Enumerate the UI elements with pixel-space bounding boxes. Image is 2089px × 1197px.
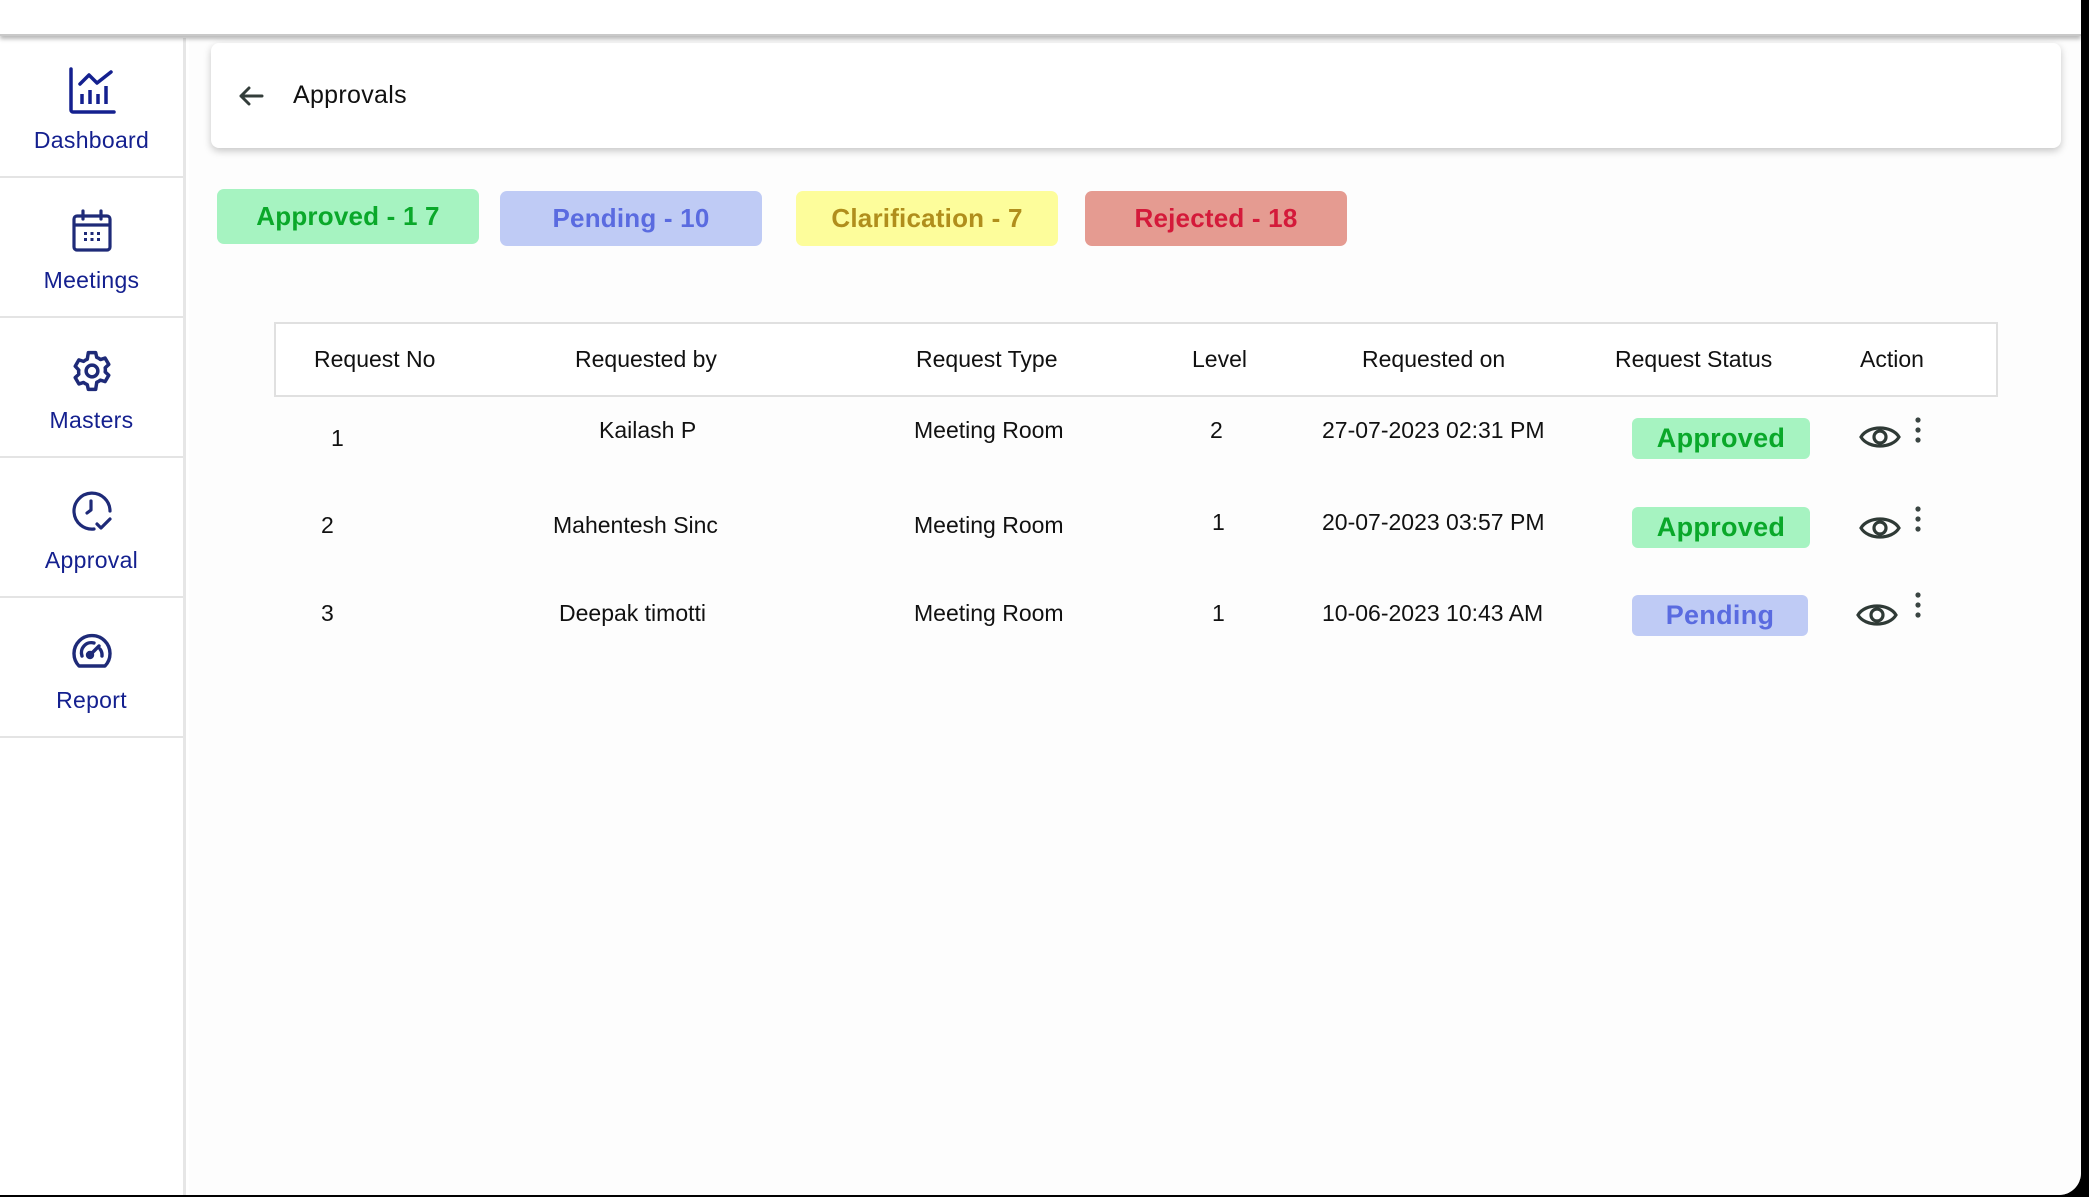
sidebar-item-label: Report <box>56 686 127 713</box>
eye-icon[interactable] <box>1855 599 1899 631</box>
status-badge: Approved <box>1632 507 1810 548</box>
sidebar-item-dashboard[interactable]: Dashboard <box>0 38 183 178</box>
eye-icon[interactable] <box>1858 512 1902 544</box>
cell-request-no: 2 <box>321 512 334 538</box>
cell-requested-on: 10-06-2023 10:43 AM <box>1322 600 1544 626</box>
summary-chip-clarification[interactable]: Clarification - 7 <box>796 191 1058 246</box>
sidebar-item-label: Approval <box>44 546 139 573</box>
clock-check-icon <box>66 485 118 537</box>
column-header-request-no[interactable]: Request No <box>314 324 435 395</box>
calendar-icon <box>66 205 118 257</box>
more-vertical-icon[interactable] <box>1911 415 1925 449</box>
cell-request-no: 3 <box>321 600 334 626</box>
table-header: Request No Requested by Request Type Lev… <box>274 322 1998 397</box>
cell-requested-on: 27-07-2023 02:31 PM <box>1322 417 1545 443</box>
sidebar-item-report[interactable]: Report <box>0 598 183 738</box>
speedometer-icon <box>66 625 118 677</box>
table-row: 1 Kailash P Meeting Room 2 27-07-2023 02… <box>274 397 1998 485</box>
cell-requested-by: Mahentesh Sinc <box>553 512 718 538</box>
sidebar-item-masters[interactable]: Masters <box>0 318 183 458</box>
page-header: Approvals <box>211 43 2061 148</box>
approvals-table: Request No Requested by Request Type Lev… <box>274 322 1998 661</box>
table-row: 3 Deepak timotti Meeting Room 1 10-06-20… <box>274 573 1998 661</box>
top-bar <box>0 0 2081 36</box>
back-button[interactable] <box>231 76 271 116</box>
column-header-request-status[interactable]: Request Status <box>1615 324 1772 395</box>
eye-icon[interactable] <box>1858 421 1902 453</box>
gear-icon <box>66 345 118 397</box>
cell-request-type: Meeting Room <box>914 600 1064 626</box>
column-header-requested-by[interactable]: Requested by <box>575 324 717 395</box>
status-badge: Approved <box>1632 418 1810 459</box>
app-screen: Dashboard Meetings Masters Approval Repo… <box>0 0 2081 1195</box>
chart-line-icon <box>66 65 118 117</box>
summary-chip-approved[interactable]: Approved - 1 7 <box>217 189 479 244</box>
main-content: Approvals Approved - 1 7 Pending - 10 Cl… <box>189 38 2081 1195</box>
sidebar-item-meetings[interactable]: Meetings <box>0 178 183 318</box>
more-vertical-icon[interactable] <box>1911 590 1925 624</box>
summary-chip-pending[interactable]: Pending - 10 <box>500 191 762 246</box>
cell-requested-by: Deepak timotti <box>559 600 707 626</box>
column-header-action: Action <box>1860 346 1924 372</box>
cell-request-type: Meeting Room <box>914 512 1064 538</box>
column-header-request-type[interactable]: Request Type <box>916 324 1058 395</box>
column-header-requested-on[interactable]: Requested on <box>1362 324 1505 395</box>
cell-requested-on: 20-07-2023 03:57 PM <box>1322 509 1545 535</box>
column-header-level[interactable]: Level <box>1192 324 1247 395</box>
table-row: 2 Mahentesh Sinc Meeting Room 1 20-07-20… <box>274 485 1998 573</box>
sidebar-item-approval[interactable]: Approval <box>0 458 183 598</box>
arrow-left-icon <box>239 86 264 105</box>
sidebar: Dashboard Meetings Masters Approval Repo… <box>0 38 186 1195</box>
cell-request-no: 1 <box>331 425 344 451</box>
sidebar-item-label: Masters <box>49 406 134 433</box>
status-badge: Pending <box>1632 595 1808 636</box>
more-vertical-icon[interactable] <box>1911 504 1925 538</box>
sidebar-item-label: Meetings <box>43 266 140 293</box>
cell-level: 2 <box>1210 417 1223 443</box>
summary-chip-rejected[interactable]: Rejected - 18 <box>1085 191 1347 246</box>
cell-level: 1 <box>1212 509 1225 535</box>
cell-requested-by: Kailash P <box>599 417 697 443</box>
cell-request-type: Meeting Room <box>914 417 1064 443</box>
cell-level: 1 <box>1212 600 1225 626</box>
status-summary: Approved - 1 7 Pending - 10 Clarificatio… <box>217 189 1617 248</box>
sidebar-item-label: Dashboard <box>33 126 150 153</box>
page-title: Approvals <box>293 81 407 109</box>
